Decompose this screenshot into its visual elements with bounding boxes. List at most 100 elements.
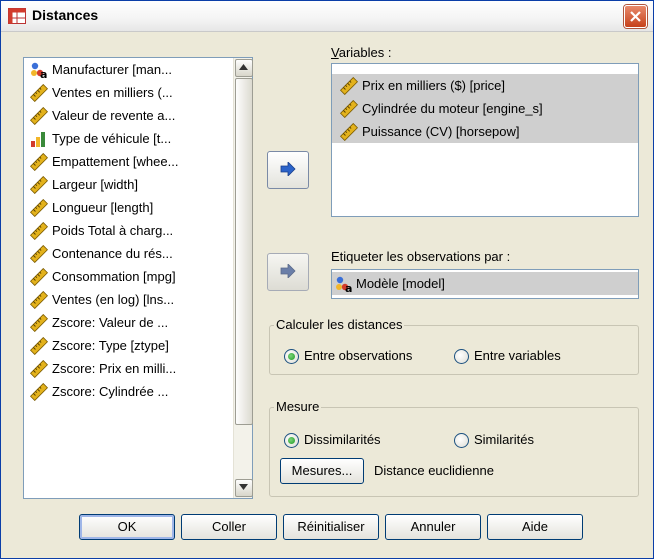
source-variable-item-label: Zscore: Valeur de ... <box>52 315 169 330</box>
label-cases-label: Etiqueter les observations par : <box>331 249 511 264</box>
scale-ruler-icon <box>29 359 49 379</box>
variables-items: Prix en milliers ($) [price] Cylindrée du… <box>332 64 638 143</box>
scale-ruler-icon <box>29 290 49 310</box>
triangle-down-icon <box>239 484 248 490</box>
scale-ruler-icon <box>29 198 49 218</box>
scale-ruler-icon <box>29 221 49 241</box>
source-variable-item[interactable]: Type de véhicule [t... <box>24 127 232 150</box>
source-items: a Manufacturer [man... Ventes en milliers … <box>24 58 232 498</box>
arrow-right-icon <box>280 162 296 176</box>
source-variable-item-label: Largeur [width] <box>52 177 138 192</box>
current-measure-text: Distance euclidienne <box>374 463 494 478</box>
source-variable-item[interactable]: Ventes en milliers (... <box>24 81 232 104</box>
source-variable-item[interactable]: Contenance du rés... <box>24 242 232 265</box>
scale-ruler-icon <box>339 122 359 142</box>
source-variable-item[interactable]: Largeur [width] <box>24 173 232 196</box>
variables-label: Variables : <box>331 45 392 60</box>
label-cases-item-label: Modèle [model] <box>356 276 445 291</box>
source-variable-item-label: Empattement [whee... <box>52 154 179 169</box>
source-variable-item[interactable]: Zscore: Valeur de ... <box>24 311 232 334</box>
scale-ruler-icon <box>29 175 49 195</box>
scale-ruler-icon <box>339 76 359 96</box>
svg-text:a: a <box>40 68 47 79</box>
compute-distances-title: Calculer les distances <box>274 317 405 332</box>
scroll-thumb[interactable] <box>235 78 253 425</box>
source-variable-item-label: Manufacturer [man... <box>52 62 172 77</box>
vertical-scrollbar[interactable] <box>233 58 253 498</box>
scale-ruler-icon <box>29 313 49 333</box>
scale-ruler-icon <box>29 336 49 356</box>
source-variable-item-label: Valeur de revente a... <box>52 108 176 123</box>
reset-button[interactable]: Réinitialiser <box>283 514 379 540</box>
radio-unselected-icon <box>454 433 469 448</box>
source-variable-item-label: Zscore: Type [ztype] <box>52 338 169 353</box>
radio-similarities[interactable]: Similarités <box>454 431 534 449</box>
nominal-string-icon: a <box>30 61 48 81</box>
help-button[interactable]: Aide <box>487 514 583 540</box>
scale-ruler-icon <box>29 244 49 264</box>
selected-variable-item[interactable]: Cylindrée du moteur [engine_s] <box>332 97 638 120</box>
source-variable-item-label: Contenance du rés... <box>52 246 173 261</box>
selected-variable-item-label: Prix en milliers ($) [price] <box>362 78 506 93</box>
selected-variable-item-label: Puissance (CV) [horsepow] <box>362 124 520 139</box>
source-variable-list[interactable]: a Manufacturer [man... Ventes en milliers … <box>23 57 253 499</box>
nominal-string-icon: a <box>335 275 353 295</box>
scale-ruler-icon <box>339 99 359 119</box>
radio-selected-icon <box>284 433 299 448</box>
title-bar[interactable]: Distances <box>1 1 653 32</box>
source-variable-item-label: Ventes (en log) [lns... <box>52 292 175 307</box>
source-variable-item[interactable]: Zscore: Type [ztype] <box>24 334 232 357</box>
source-variable-item-label: Longueur [length] <box>52 200 154 215</box>
source-variable-item-label: Consommation [mpg] <box>52 269 176 284</box>
source-variable-item[interactable]: Empattement [whee... <box>24 150 232 173</box>
source-variable-item[interactable]: Consommation [mpg] <box>24 265 232 288</box>
ordinal-bars-icon <box>30 130 48 148</box>
label-cases-field[interactable]: a Modèle [model] <box>331 269 639 299</box>
source-variable-item[interactable]: Zscore: Cylindrée ... <box>24 380 232 403</box>
source-variable-item-label: Type de véhicule [t... <box>52 131 172 146</box>
scale-ruler-icon <box>29 382 49 402</box>
source-variable-item-label: Ventes en milliers (... <box>52 85 173 100</box>
close-icon <box>630 11 641 22</box>
radio-selected-icon <box>284 349 299 364</box>
measure-title: Mesure <box>274 399 322 414</box>
distances-dialog: Distances a Manufacturer [man... Ventes en… <box>0 0 654 559</box>
radio-dissimilarities-label: Dissimilarités <box>304 432 381 447</box>
measures-button[interactable]: Mesures... <box>280 458 364 484</box>
ok-button[interactable]: OK <box>79 514 175 540</box>
compute-distances-group: Calculer les distances Entre observation… <box>269 317 639 375</box>
radio-between-cases-label: Entre observations <box>304 348 413 363</box>
radio-between-variables[interactable]: Entre variables <box>454 347 561 365</box>
svg-text:a: a <box>345 282 352 293</box>
selected-variable-item[interactable]: Puissance (CV) [horsepow] <box>332 120 638 143</box>
variables-label-text: ariables : <box>338 45 392 60</box>
scale-ruler-icon <box>29 152 49 172</box>
source-variable-item[interactable]: Zscore: Prix en milli... <box>24 357 232 380</box>
selected-variable-item[interactable]: Prix en milliers ($) [price] <box>332 74 638 97</box>
radio-unselected-icon <box>454 349 469 364</box>
scale-ruler-icon <box>29 83 49 103</box>
paste-button[interactable]: Coller <box>181 514 277 540</box>
scroll-up-button[interactable] <box>235 59 253 77</box>
scroll-down-button[interactable] <box>235 479 253 497</box>
source-variable-item[interactable]: Ventes (en log) [lns... <box>24 288 232 311</box>
source-variable-item-label: Zscore: Cylindrée ... <box>52 384 169 399</box>
source-variable-item[interactable]: Poids Total à charg... <box>24 219 232 242</box>
label-cases-item[interactable]: a Modèle [model] <box>332 272 638 295</box>
window-title: Distances <box>32 7 99 23</box>
scale-ruler-icon <box>29 267 49 287</box>
radio-dissimilarities[interactable]: Dissimilarités <box>284 431 381 449</box>
radio-between-cases[interactable]: Entre observations <box>284 347 412 365</box>
scale-ruler-icon <box>29 106 49 126</box>
measure-group: Mesure Dissimilarités Similarités Mesure… <box>269 399 639 497</box>
move-to-variables-button[interactable] <box>267 151 309 189</box>
variables-list[interactable]: Prix en milliers ($) [price] Cylindrée du… <box>331 63 639 217</box>
source-variable-item[interactable]: Longueur [length] <box>24 196 232 219</box>
cancel-button[interactable]: Annuler <box>385 514 481 540</box>
move-to-label-button[interactable] <box>267 253 309 291</box>
radio-between-variables-label: Entre variables <box>474 348 561 363</box>
source-variable-item[interactable]: a Manufacturer [man... <box>24 58 232 81</box>
close-button[interactable] <box>624 5 647 28</box>
source-variable-item[interactable]: Valeur de revente a... <box>24 104 232 127</box>
triangle-up-icon <box>239 64 248 70</box>
